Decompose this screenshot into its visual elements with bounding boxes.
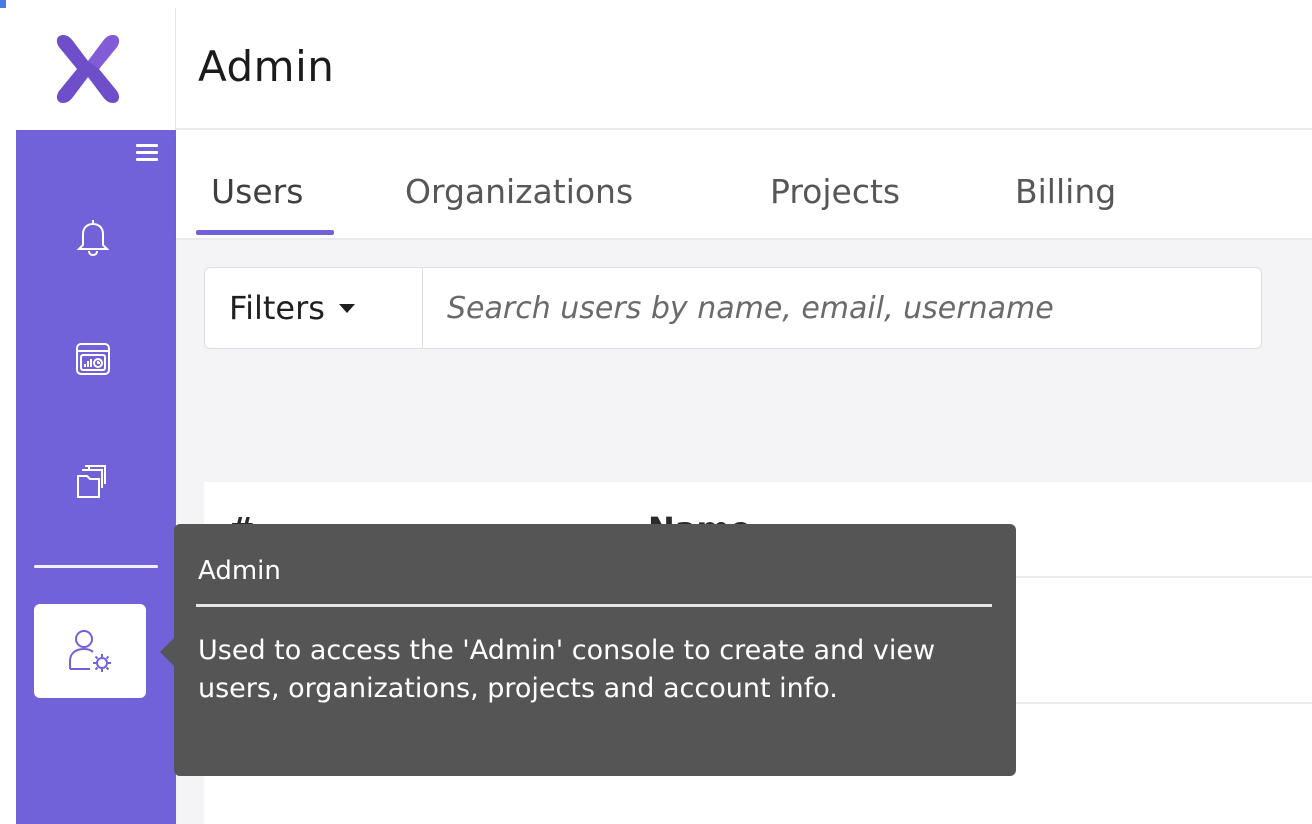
filters-dropdown[interactable]: Filters	[205, 268, 423, 348]
search-bar: Filters	[204, 267, 1262, 349]
hamburger-icon[interactable]	[136, 144, 158, 162]
sidebar-item-admin[interactable]	[34, 604, 146, 698]
tooltip-divider	[196, 604, 992, 607]
filters-label: Filters	[229, 289, 325, 327]
user-gear-icon	[69, 630, 111, 672]
x-logo-icon	[56, 35, 119, 103]
tooltip-body: Used to access the 'Admin' console to cr…	[198, 635, 936, 704]
tooltip-arrow	[160, 638, 174, 666]
top-bar: Admin	[176, 8, 1312, 130]
tab-organizations[interactable]: Organizations	[405, 172, 633, 211]
logo[interactable]	[0, 8, 176, 130]
tab-billing[interactable]: Billing	[1015, 172, 1116, 211]
search-input[interactable]	[427, 268, 1257, 348]
caret-down-icon	[338, 303, 355, 313]
folders-icon	[77, 465, 106, 498]
sidebar-item-projects[interactable]	[70, 458, 116, 504]
sidebar-item-dashboards[interactable]	[70, 336, 116, 382]
tab-users[interactable]: Users	[211, 172, 303, 211]
dashboard-chart-icon	[76, 343, 110, 375]
tooltip-title: Admin	[198, 556, 281, 586]
bell-icon	[76, 220, 110, 257]
page-title: Admin	[198, 42, 335, 91]
sidebar-divider	[34, 565, 158, 568]
tab-bar: Users Organizations Projects Billing	[176, 132, 1312, 240]
active-tab-indicator	[196, 230, 334, 235]
tab-projects[interactable]: Projects	[770, 172, 900, 211]
sidebar	[16, 130, 176, 824]
window-edge	[0, 0, 6, 8]
admin-tooltip: Admin Used to access the 'Admin' console…	[160, 524, 1016, 776]
sidebar-item-notifications[interactable]	[70, 214, 116, 260]
